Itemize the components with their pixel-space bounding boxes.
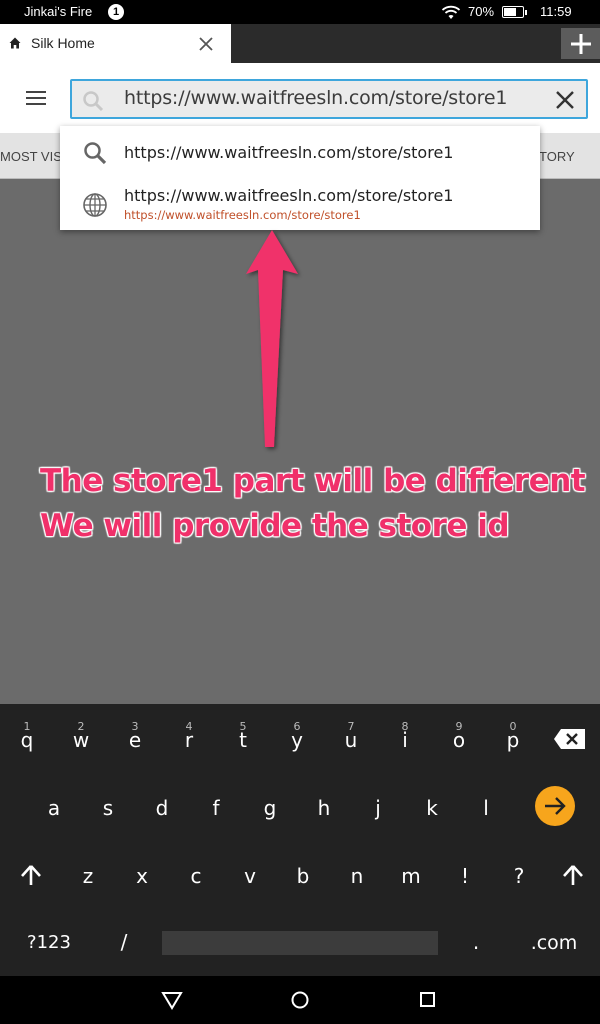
key-a[interactable]: a xyxy=(41,796,67,820)
key-l[interactable]: l xyxy=(473,796,499,820)
key-number-hint: 5 xyxy=(239,720,247,733)
recents-icon[interactable] xyxy=(418,990,438,1010)
key-number-hint: 3 xyxy=(131,720,139,733)
dotcom-key[interactable]: .com xyxy=(526,932,582,954)
key-number-hint: 4 xyxy=(185,720,193,733)
shift-left-key[interactable] xyxy=(20,864,42,886)
key-number-hint: 6 xyxy=(293,720,301,733)
home-circle-icon[interactable] xyxy=(289,990,311,1010)
key-q[interactable]: q1 xyxy=(14,720,40,752)
key-c[interactable]: c xyxy=(183,864,209,888)
on-screen-keyboard: q1 w2 e3 r4 t5 y6 u7 i8 o9 p0 a s d f g h j k l z x c v b n m!?… xyxy=(0,704,600,976)
key-exclamation[interactable]: ! xyxy=(452,864,478,888)
symbols-key[interactable]: ?123 xyxy=(24,932,74,953)
key-z[interactable]: z xyxy=(75,864,101,888)
key-h[interactable]: h xyxy=(311,796,337,820)
key-d[interactable]: d xyxy=(149,796,175,820)
key-r[interactable]: r4 xyxy=(176,720,202,752)
key-question[interactable]: ? xyxy=(506,864,532,888)
back-icon[interactable] xyxy=(161,990,183,1010)
annotation-line-1: The store1 part will be different xyxy=(40,463,586,499)
key-v[interactable]: v xyxy=(237,864,263,888)
key-number-hint: 0 xyxy=(509,720,517,733)
annotation-line-2: We will provide the store id xyxy=(40,508,510,544)
key-j[interactable]: j xyxy=(365,796,391,820)
key-number-hint: 9 xyxy=(455,720,463,733)
key-b[interactable]: b xyxy=(290,864,316,888)
go-key[interactable] xyxy=(535,786,575,826)
key-f[interactable]: f xyxy=(203,796,229,820)
slash-key[interactable]: / xyxy=(112,930,136,954)
key-i[interactable]: i8 xyxy=(392,720,418,752)
key-s[interactable]: s xyxy=(95,796,121,820)
key-number-hint: 2 xyxy=(77,720,85,733)
key-p[interactable]: p0 xyxy=(500,720,526,752)
key-number-hint: 1 xyxy=(23,720,31,733)
key-e[interactable]: e3 xyxy=(122,720,148,752)
key-t[interactable]: t5 xyxy=(230,720,256,752)
arrow-right-icon xyxy=(545,797,566,815)
key-m[interactable]: m xyxy=(398,864,424,888)
shift-right-key[interactable] xyxy=(562,864,584,886)
backspace-key[interactable] xyxy=(553,728,587,750)
key-y[interactable]: y6 xyxy=(284,720,310,752)
system-nav-bar xyxy=(0,976,600,1024)
key-n[interactable]: n xyxy=(344,864,370,888)
key-k[interactable]: k xyxy=(419,796,445,820)
key-u[interactable]: u7 xyxy=(338,720,364,752)
key-g[interactable]: g xyxy=(257,796,283,820)
key-w[interactable]: w2 xyxy=(68,720,94,752)
key-number-hint: 8 xyxy=(401,720,409,733)
dot-key[interactable]: . xyxy=(466,930,486,954)
key-o[interactable]: o9 xyxy=(446,720,472,752)
key-x[interactable]: x xyxy=(129,864,155,888)
space-key[interactable] xyxy=(162,931,438,955)
key-number-hint: 7 xyxy=(347,720,355,733)
